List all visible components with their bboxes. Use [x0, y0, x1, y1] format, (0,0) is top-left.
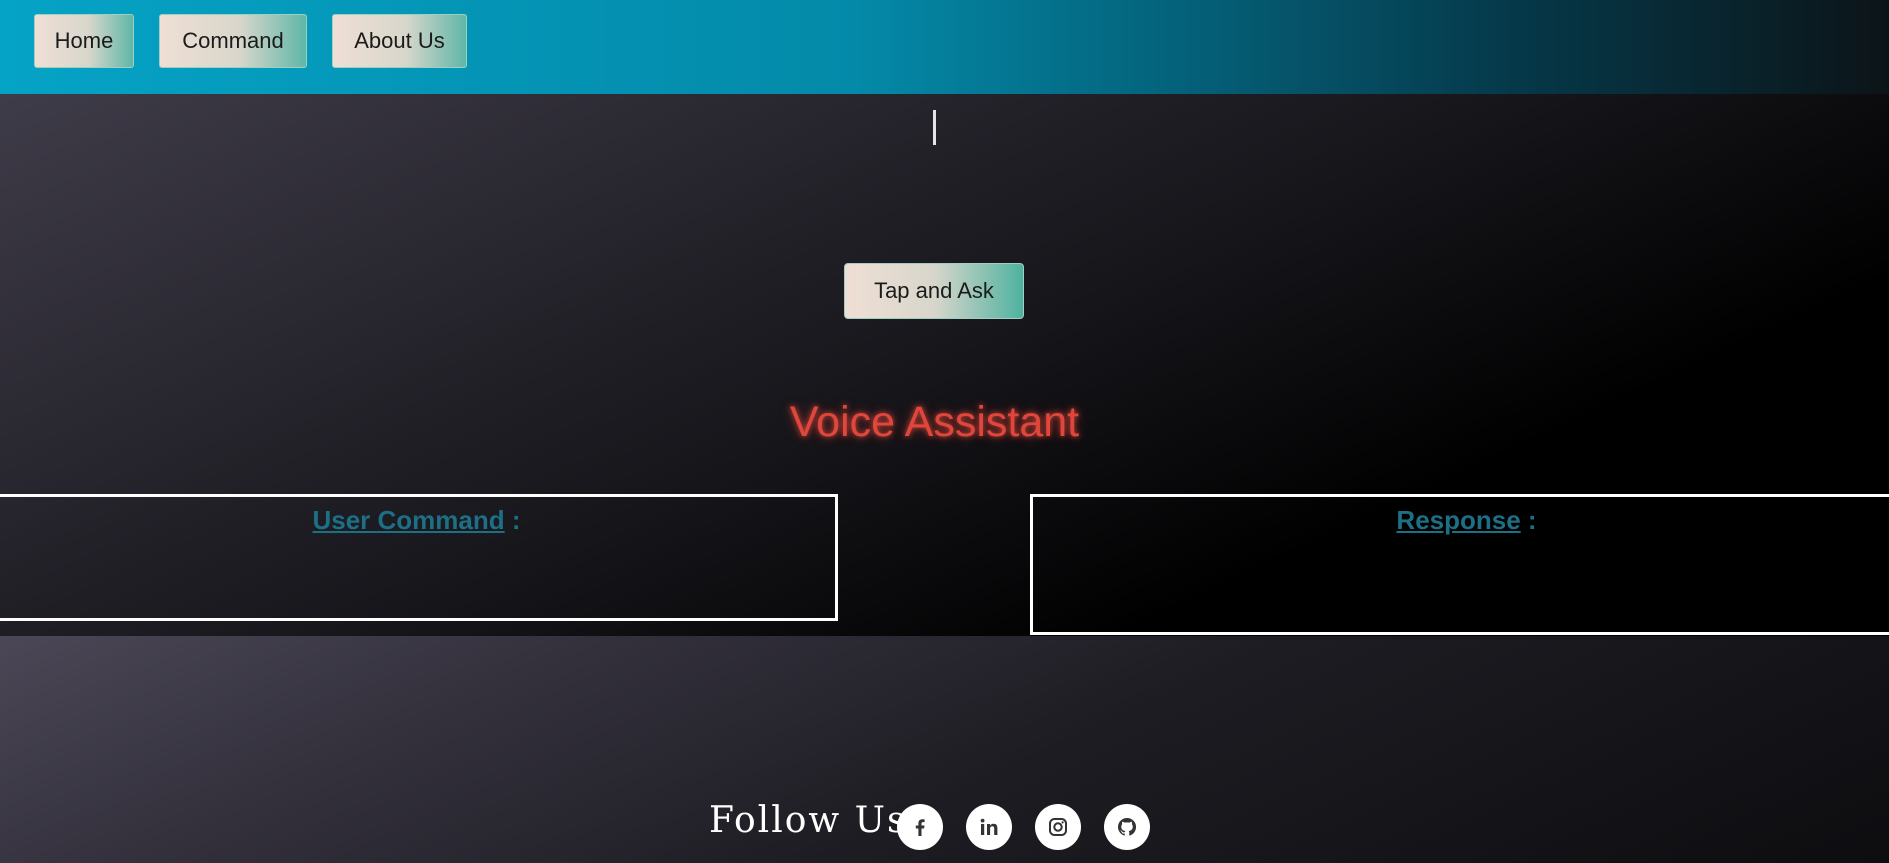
linkedin-icon[interactable] — [966, 804, 1012, 850]
nav-home-button[interactable]: Home — [34, 14, 134, 68]
tap-and-ask-button[interactable]: Tap and Ask — [844, 263, 1024, 319]
response-colon: : — [1520, 505, 1537, 535]
github-icon[interactable] — [1104, 804, 1150, 850]
user-command-panel: User Command : — [0, 494, 838, 621]
user-command-colon: : — [504, 505, 521, 535]
response-heading: Response : — [1033, 505, 1889, 536]
follow-us-label: Follow Us — [709, 800, 908, 841]
nav-about-us-button[interactable]: About Us — [332, 14, 467, 68]
footer — [0, 636, 1889, 863]
user-command-label[interactable]: User Command — [312, 505, 504, 535]
navbar: Home Command About Us — [0, 0, 1889, 94]
nav-command-button[interactable]: Command — [159, 14, 307, 68]
facebook-icon[interactable] — [897, 804, 943, 850]
user-command-heading: User Command : — [0, 505, 835, 536]
response-panel: Response : — [1030, 494, 1889, 635]
instagram-icon[interactable] — [1035, 804, 1081, 850]
text-cursor — [933, 110, 936, 145]
response-label[interactable]: Response — [1396, 505, 1520, 535]
page-title: Voice Assistant — [789, 398, 1080, 446]
